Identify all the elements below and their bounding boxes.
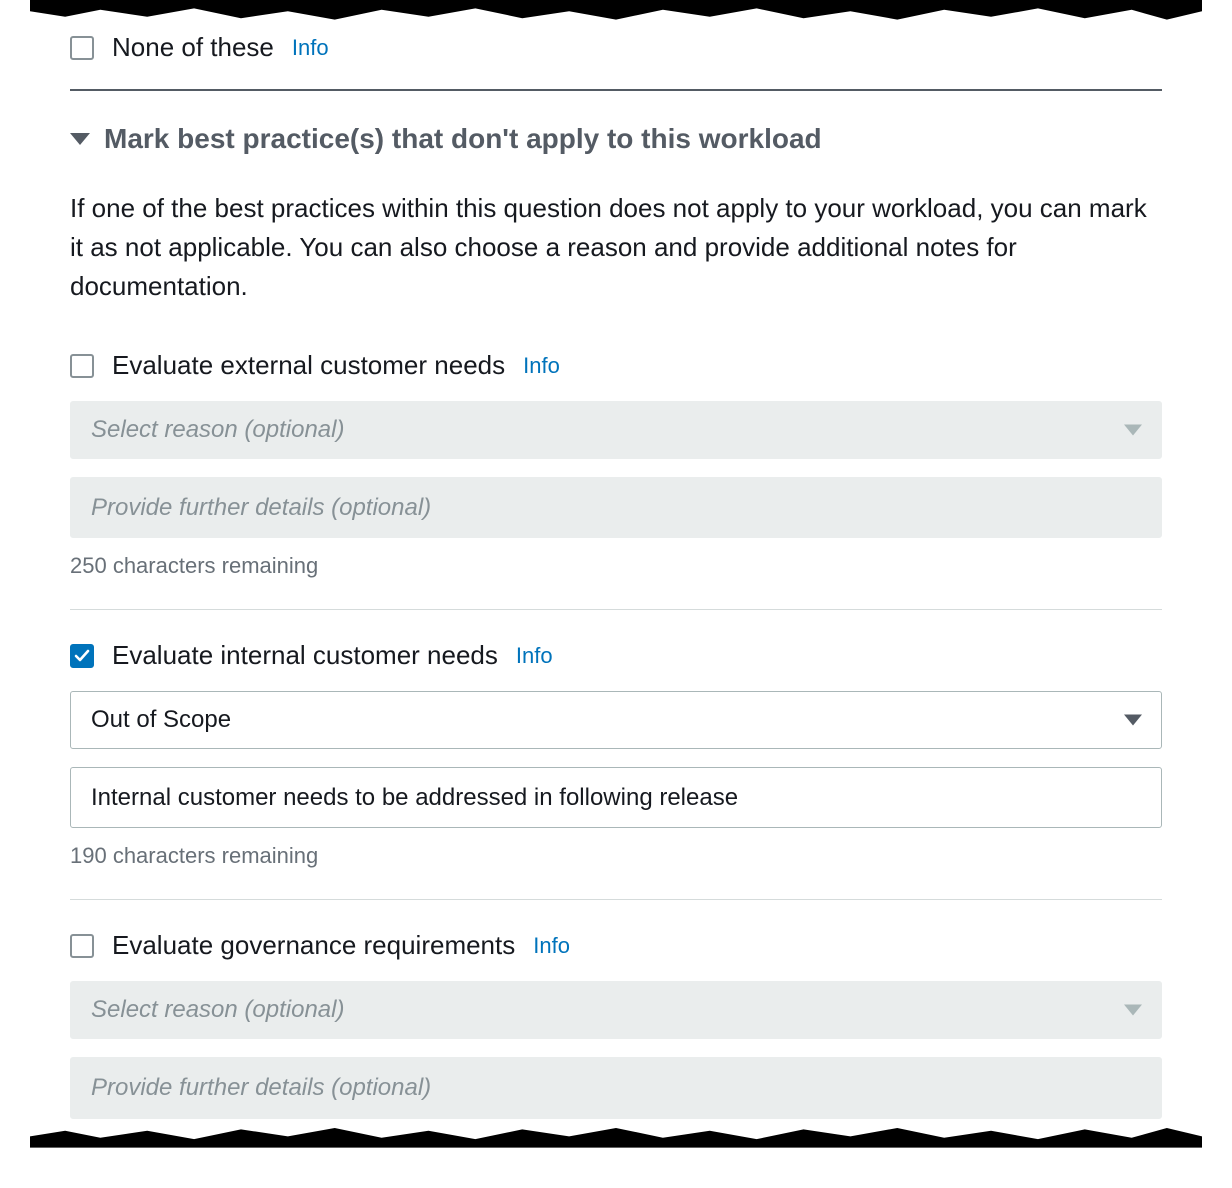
reason-select[interactable]: Select reason (optional) <box>70 981 1162 1039</box>
practice-block: Evaluate internal customer needs Info Ou… <box>70 640 1162 900</box>
practice-checkbox-external[interactable] <box>70 354 94 378</box>
practice-label: Evaluate external customer needs <box>112 350 505 381</box>
info-link[interactable]: Info <box>516 643 553 669</box>
section-description: If one of the best practices within this… <box>70 189 1162 306</box>
caret-down-icon <box>1124 1005 1142 1016</box>
chars-remaining: 250 characters remaining <box>70 553 1162 603</box>
expand-title: Mark best practice(s) that don't apply t… <box>104 123 822 155</box>
practice-checkbox-internal[interactable] <box>70 644 94 668</box>
reason-select[interactable]: Out of Scope <box>70 691 1162 749</box>
reason-select-wrap: Select reason (optional) <box>70 401 1162 459</box>
info-link[interactable]: Info <box>533 933 570 959</box>
info-link[interactable]: Info <box>292 35 329 61</box>
details-textarea[interactable] <box>70 767 1162 828</box>
chars-remaining: 190 characters remaining <box>70 843 1162 893</box>
none-of-these-label: None of these <box>112 32 274 63</box>
caret-down-icon <box>1124 425 1142 436</box>
practice-label: Evaluate governance requirements <box>112 930 515 961</box>
caret-down-icon <box>1124 715 1142 726</box>
reason-select-wrap: Select reason (optional) <box>70 981 1162 1039</box>
practice-label: Evaluate internal customer needs <box>112 640 498 671</box>
details-textarea[interactable] <box>70 1057 1162 1118</box>
torn-edge-bottom <box>30 1120 1202 1148</box>
section-divider <box>70 89 1162 91</box>
info-link[interactable]: Info <box>523 353 560 379</box>
details-textarea[interactable] <box>70 477 1162 538</box>
none-of-these-row: None of these Info <box>70 24 1162 89</box>
practice-block: Evaluate governance requirements Info Se… <box>70 930 1162 1123</box>
expand-toggle[interactable]: Mark best practice(s) that don't apply t… <box>70 123 1162 155</box>
none-of-these-checkbox[interactable] <box>70 36 94 60</box>
practice-block: Evaluate external customer needs Info Se… <box>70 350 1162 610</box>
caret-down-icon <box>70 133 90 145</box>
practice-checkbox-governance[interactable] <box>70 934 94 958</box>
reason-select[interactable]: Select reason (optional) <box>70 401 1162 459</box>
reason-select-wrap: Out of Scope <box>70 691 1162 749</box>
